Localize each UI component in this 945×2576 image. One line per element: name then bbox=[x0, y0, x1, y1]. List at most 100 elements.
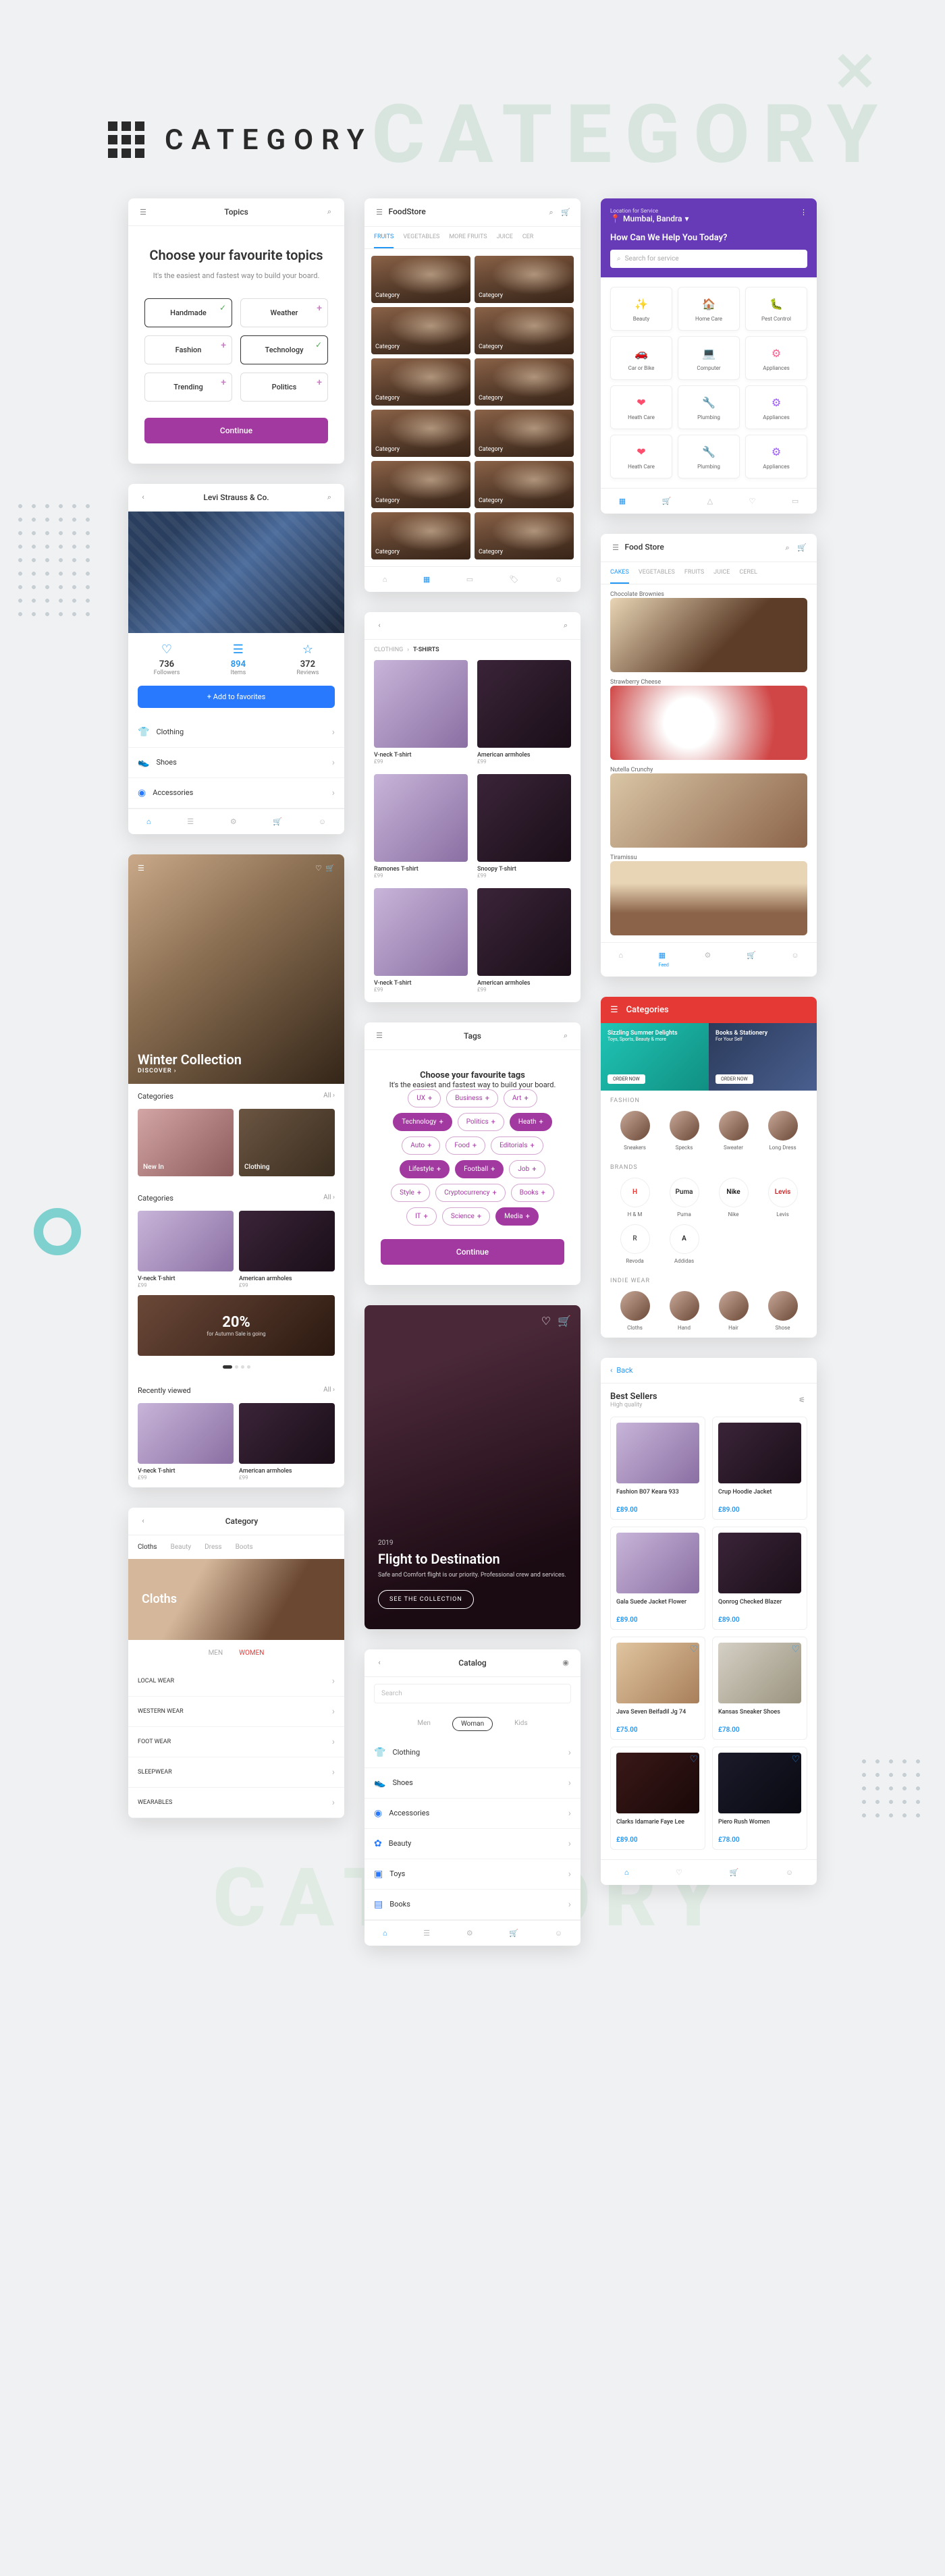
food-item[interactable]: Category bbox=[371, 512, 470, 559]
product-card[interactable]: V-neck T-shirt£99 bbox=[138, 1403, 234, 1481]
product-card[interactable]: American armholes£99 bbox=[477, 888, 571, 993]
subtab-women[interactable]: WOMEN bbox=[239, 1649, 264, 1657]
service-item[interactable]: 🔧Plumbing bbox=[678, 435, 740, 478]
tag-chip[interactable]: Style + bbox=[391, 1184, 430, 1202]
back-icon[interactable]: ‹ bbox=[138, 1516, 148, 1527]
stat[interactable]: ☰894Items bbox=[231, 642, 246, 676]
menu-icon[interactable]: ☰ bbox=[610, 1005, 618, 1015]
tag-chip[interactable]: IT + bbox=[406, 1207, 437, 1226]
food-item[interactable]: Category bbox=[371, 410, 470, 457]
nav-profile-icon[interactable]: ☺ bbox=[791, 951, 799, 968]
nav-profile-icon[interactable]: ☺ bbox=[319, 817, 326, 826]
tag-chip[interactable]: Job + bbox=[509, 1160, 545, 1178]
list-item[interactable]: SLEEPWEAR› bbox=[128, 1757, 344, 1788]
category-circle[interactable]: Specks bbox=[659, 1111, 709, 1151]
tab[interactable]: Boots bbox=[236, 1535, 253, 1559]
nav-cart-icon[interactable]: 🛒 bbox=[730, 1868, 739, 1877]
service-item[interactable]: 🐛Pest Control bbox=[745, 287, 807, 331]
category-circle[interactable]: NikeNike bbox=[709, 1178, 758, 1217]
list-item[interactable]: 👕Clothing› bbox=[128, 717, 344, 748]
service-item[interactable]: 💻Computer bbox=[678, 336, 740, 380]
topic-chip[interactable]: +Fashion bbox=[144, 335, 232, 364]
all-link[interactable]: All › bbox=[323, 1194, 335, 1203]
subtab-men[interactable]: MEN bbox=[209, 1649, 223, 1657]
order-button[interactable]: ORDER NOW bbox=[608, 1074, 645, 1084]
tab[interactable]: VEGETABLES bbox=[639, 562, 675, 584]
all-link[interactable]: All › bbox=[323, 1386, 335, 1395]
back-icon[interactable]: ‹ bbox=[138, 492, 148, 503]
product-card[interactable]: Ramones T-shirt£99 bbox=[374, 774, 468, 879]
tag-chip[interactable]: Cryptocurrency + bbox=[435, 1184, 506, 1202]
heart-icon[interactable]: ♡ bbox=[791, 1644, 800, 1655]
list-item[interactable]: WEARABLES› bbox=[128, 1788, 344, 1818]
seller-card[interactable]: ♡Piero Rush Women£78.00 bbox=[712, 1747, 807, 1850]
seller-card[interactable]: ♡Kansas Sneaker Shoes£78.00 bbox=[712, 1637, 807, 1740]
tab[interactable]: CAKES bbox=[610, 562, 629, 584]
promo-books[interactable]: Books & StationeryFor Your Self ORDER NO… bbox=[709, 1023, 817, 1091]
tab[interactable]: Dress bbox=[205, 1535, 221, 1559]
tag-chip[interactable]: Food + bbox=[446, 1136, 485, 1155]
back-icon[interactable]: ‹ bbox=[374, 1657, 385, 1668]
topic-chip[interactable]: ✓Technology bbox=[240, 335, 328, 364]
product-card[interactable]: American armholes£99 bbox=[477, 660, 571, 765]
list-item[interactable]: ▣Toys› bbox=[364, 1859, 580, 1890]
seller-card[interactable]: ♡Gala Suede Jacket Flower£89.00 bbox=[610, 1527, 705, 1630]
stat[interactable]: ☆372Reviews bbox=[296, 642, 319, 676]
food-item[interactable]: Category bbox=[371, 461, 470, 508]
search-input[interactable]: ⌕ Search for service bbox=[610, 250, 807, 268]
food-item[interactable]: Category bbox=[475, 410, 574, 457]
search-icon[interactable]: ⌕ bbox=[560, 620, 571, 631]
nav-chat-icon[interactable]: ▭ bbox=[792, 497, 799, 505]
cart-icon[interactable]: 🛒 bbox=[325, 864, 335, 873]
category-circle[interactable]: Shose bbox=[758, 1291, 807, 1331]
heart-icon[interactable]: ♡ bbox=[689, 1754, 698, 1765]
nav-home-icon[interactable]: ⌂ bbox=[383, 1929, 387, 1938]
category-circle[interactable]: Hair bbox=[709, 1291, 758, 1331]
menu-icon[interactable]: ☰ bbox=[374, 207, 385, 217]
nav-cart-icon[interactable]: 🛒 bbox=[509, 1929, 518, 1938]
service-item[interactable]: ✨Beauty bbox=[610, 287, 672, 331]
food-item[interactable]: Category bbox=[475, 358, 574, 406]
food-card[interactable]: Chocolate Brownies bbox=[610, 591, 807, 672]
service-item[interactable]: ❤Heath Care bbox=[610, 435, 672, 478]
food-item[interactable]: Category bbox=[371, 307, 470, 354]
cart-icon[interactable]: 🛒 bbox=[796, 542, 807, 553]
category-circle[interactable]: LevisLevis bbox=[758, 1178, 807, 1217]
service-item[interactable]: ⚙Appliances bbox=[745, 336, 807, 380]
heart-icon[interactable]: ♡ bbox=[315, 864, 322, 873]
tag-chip[interactable]: Editorials + bbox=[491, 1136, 543, 1155]
product-card[interactable]: V-neck T-shirt£99 bbox=[374, 660, 468, 765]
nav-tag-icon[interactable]: 🏷 bbox=[510, 575, 519, 584]
category-circle[interactable]: Long Dress bbox=[758, 1111, 807, 1151]
search-icon[interactable]: ⌕ bbox=[560, 1031, 571, 1041]
tab-woman[interactable]: Woman bbox=[452, 1717, 493, 1731]
tag-chip[interactable]: Media + bbox=[495, 1207, 539, 1226]
food-card[interactable]: Nutella Crunchy bbox=[610, 767, 807, 848]
category-circle[interactable]: Sneakers bbox=[610, 1111, 659, 1151]
category-circle[interactable]: PumaPuma bbox=[659, 1178, 709, 1217]
topic-chip[interactable]: +Politics bbox=[240, 373, 328, 402]
category-circle[interactable]: AAddidas bbox=[659, 1224, 709, 1264]
tag-chip[interactable]: Science + bbox=[442, 1207, 490, 1226]
product-card[interactable]: Snoopy T-shirt£99 bbox=[477, 774, 571, 879]
product-card[interactable]: American armholes£99 bbox=[239, 1211, 335, 1288]
continue-button[interactable]: Continue bbox=[381, 1239, 564, 1265]
nav-home-icon[interactable]: ⌂ bbox=[618, 951, 623, 968]
service-item[interactable]: 🏠Home Care bbox=[678, 287, 740, 331]
nav-home-icon[interactable]: ⌂ bbox=[624, 1868, 629, 1877]
menu-icon[interactable]: ⋮ bbox=[800, 208, 807, 217]
tab[interactable]: JUICE bbox=[713, 562, 730, 584]
cart-icon[interactable]: 🛒 bbox=[558, 1315, 571, 1327]
category-circle[interactable]: Hand bbox=[659, 1291, 709, 1331]
topic-chip[interactable]: +Trending bbox=[144, 373, 232, 402]
product-card[interactable]: American armholes£99 bbox=[239, 1403, 335, 1481]
list-item[interactable]: 👟Shoes› bbox=[128, 748, 344, 778]
category-circle[interactable]: Sweater bbox=[709, 1111, 758, 1151]
heart-icon[interactable]: ♡ bbox=[689, 1644, 698, 1655]
nav-cart-icon[interactable]: 🛒 bbox=[747, 951, 756, 968]
topic-chip[interactable]: ✓Handmade bbox=[144, 298, 232, 327]
nav-home-icon[interactable]: ⌂ bbox=[146, 817, 151, 826]
service-item[interactable]: ❤Heath Care bbox=[610, 385, 672, 429]
nav-calendar-icon[interactable]: ▦ bbox=[619, 497, 626, 505]
tag-chip[interactable]: UX + bbox=[408, 1089, 441, 1107]
